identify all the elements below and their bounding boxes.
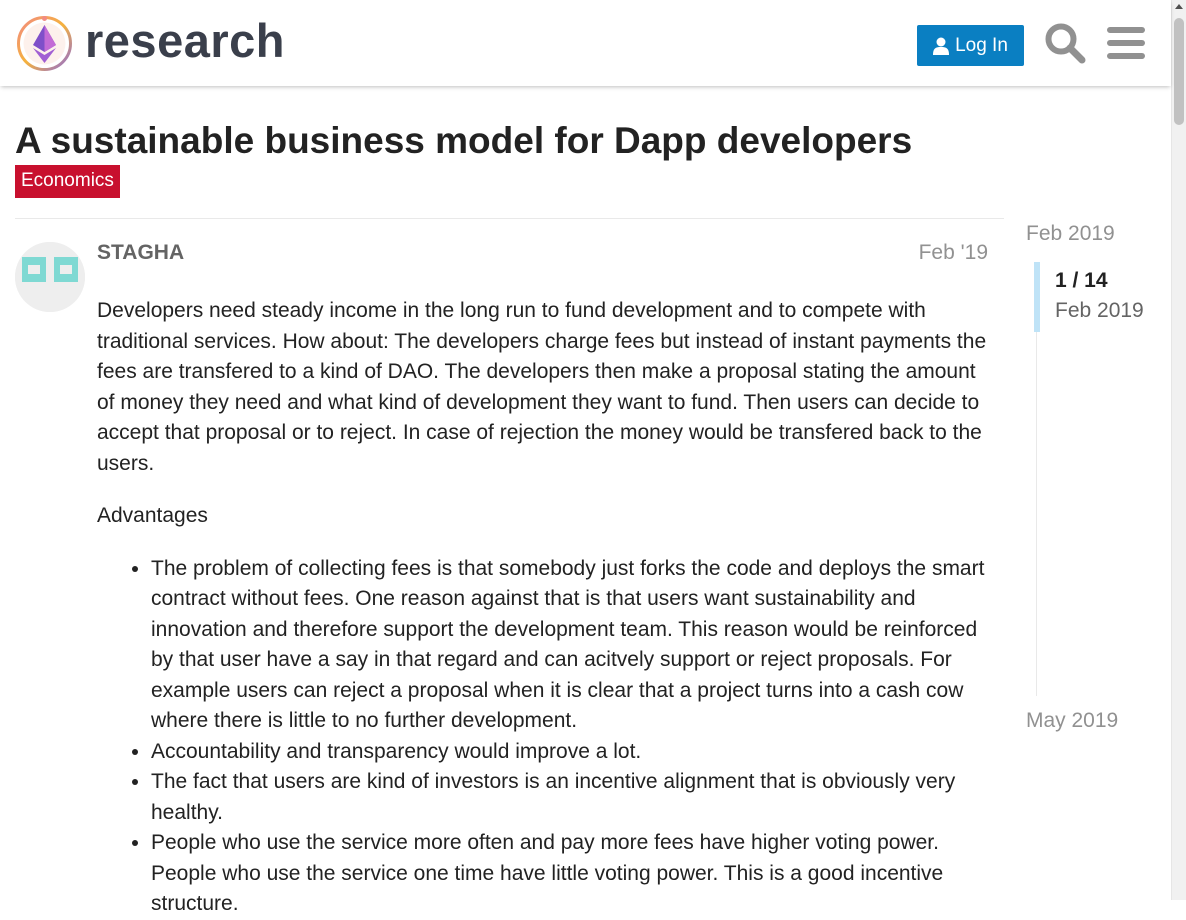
list-item: The fact that users are kind of investor…: [151, 767, 991, 828]
timeline-start-date[interactable]: Feb 2019: [1026, 221, 1115, 247]
user-icon: [933, 37, 950, 55]
scroll-up-arrow-icon[interactable]: [1175, 4, 1183, 9]
login-label: Log In: [955, 34, 1008, 56]
topic-timeline: Feb 2019 1 / 14 Feb 2019 May 2019: [1026, 0, 1171, 900]
ethresearch-logo-icon: [17, 16, 72, 71]
timeline-current-date: Feb 2019: [1055, 299, 1144, 322]
timeline-end-date[interactable]: May 2019: [1026, 708, 1118, 734]
list-item: Accountability and transparency would im…: [151, 737, 991, 768]
login-button[interactable]: Log In: [917, 25, 1024, 66]
user-avatar-icon: [15, 242, 85, 312]
post-username[interactable]: STAGHA: [97, 240, 184, 266]
list-item: People who use the service more often an…: [151, 828, 991, 920]
topic-title[interactable]: A sustainable business model for Dapp de…: [15, 118, 912, 164]
site-logo[interactable]: research: [16, 13, 285, 72]
hamburger-menu-button[interactable]: [1106, 24, 1146, 62]
post-paragraph: Advantages: [97, 504, 208, 527]
post-content: Developers need steady income in the lon…: [97, 296, 991, 920]
hamburger-menu-icon: [1107, 27, 1145, 59]
list-item: The problem of collecting fees is that s…: [151, 554, 991, 737]
post-paragraph: Developers need steady income in the lon…: [97, 299, 987, 475]
timeline-post-position: 1 / 14: [1055, 269, 1108, 292]
search-icon: [1045, 23, 1086, 64]
title-divider: [15, 218, 1004, 219]
scroll-thumb[interactable]: [1174, 18, 1184, 125]
post-date[interactable]: Feb '19: [900, 240, 988, 266]
advantages-list: The problem of collecting fees is that s…: [97, 554, 991, 920]
search-button[interactable]: [1044, 22, 1086, 64]
logo-text: research: [85, 13, 285, 67]
category-badge[interactable]: Economics: [15, 165, 120, 198]
site-header: research Log In: [0, 0, 1171, 86]
avatar[interactable]: [15, 242, 85, 312]
timeline-scroller-handle[interactable]: [1034, 262, 1040, 332]
page-scrollbar[interactable]: [1171, 0, 1186, 900]
